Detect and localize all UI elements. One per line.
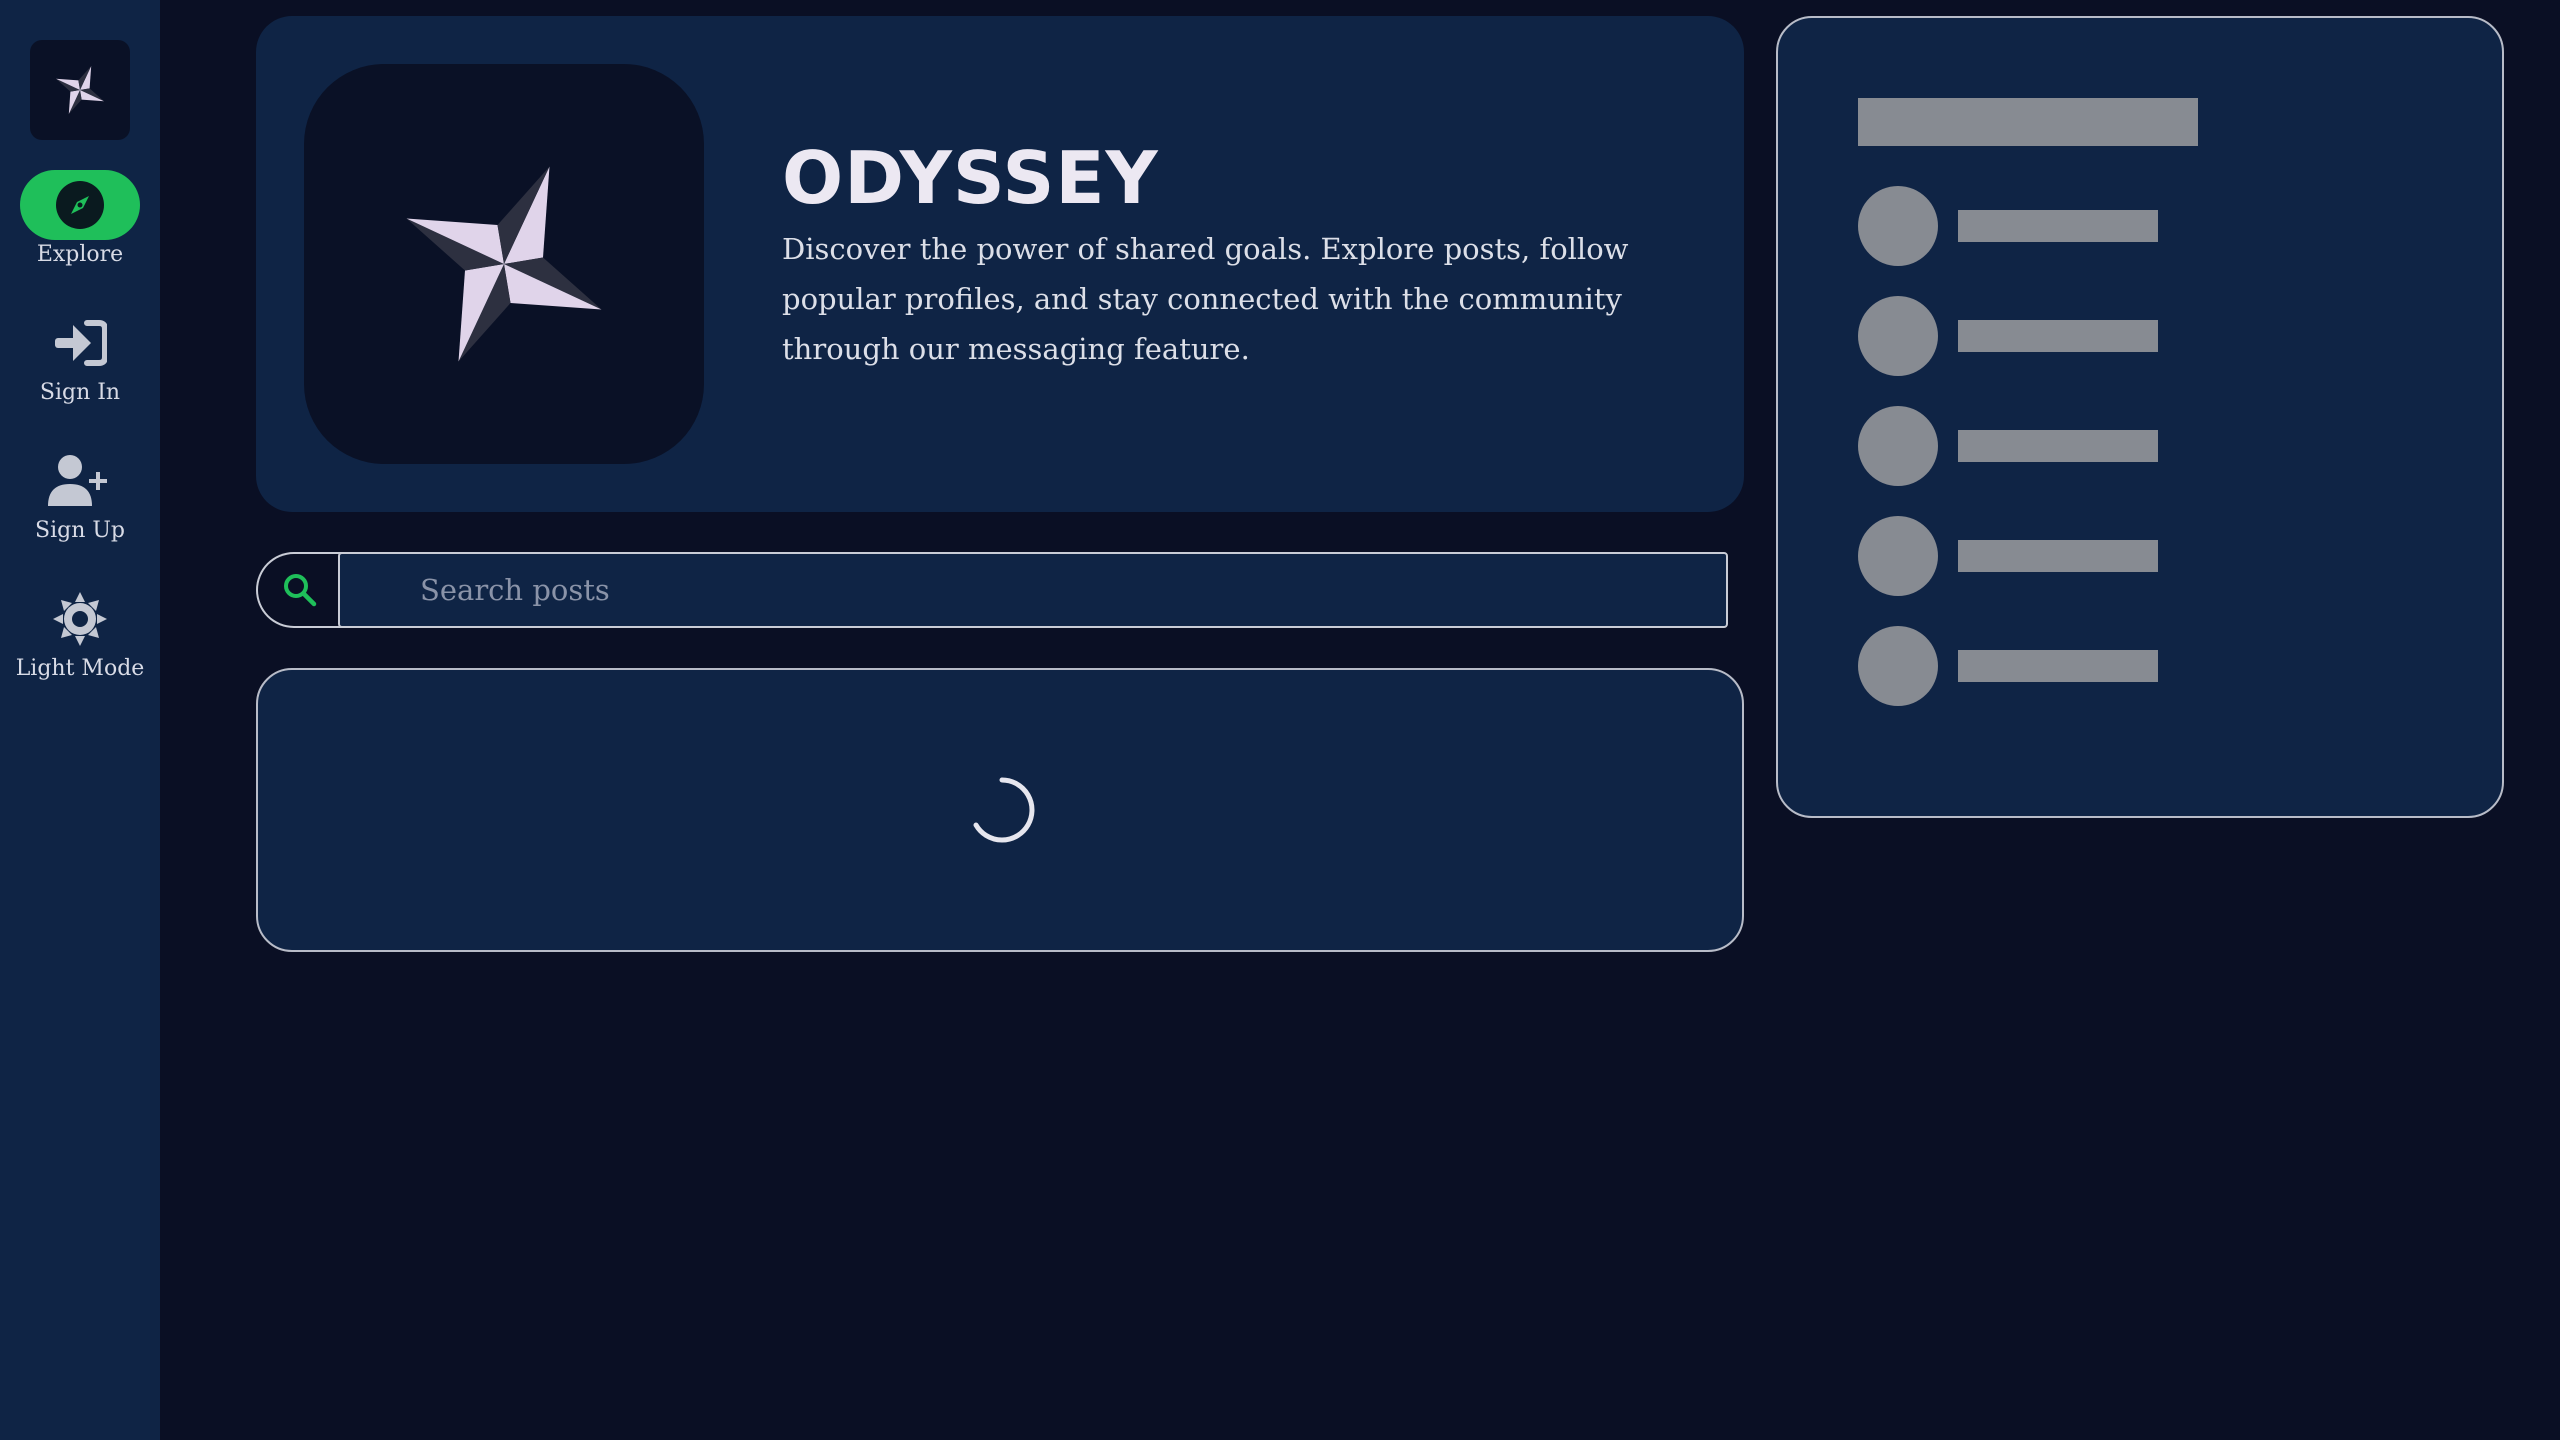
skeleton-line — [1958, 320, 2158, 352]
skeleton-line — [1958, 650, 2158, 682]
user-plus-icon — [48, 455, 107, 506]
explore-pill[interactable] — [20, 170, 140, 240]
skeleton-row — [1858, 186, 2258, 266]
search-button[interactable] — [256, 552, 342, 628]
skeleton-row — [1858, 296, 2258, 376]
pinwheel-star-icon — [56, 66, 104, 114]
search-input[interactable] — [338, 552, 1728, 628]
pinwheel-star-icon — [406, 166, 602, 362]
skeleton-avatar — [1858, 296, 1938, 376]
sidebar: Explore Sign In Sign Up Light Mode — [0, 0, 160, 1440]
skeleton-avatar — [1858, 626, 1938, 706]
sidebar-item-light-mode[interactable]: Light Mode — [0, 584, 160, 681]
sign-in-icon-wrap[interactable] — [20, 308, 140, 378]
skeleton-row — [1858, 516, 2258, 596]
spinner-icon — [973, 777, 1035, 843]
app-logo[interactable] — [30, 40, 130, 140]
app-description: Discover the power of shared goals. Expl… — [782, 232, 1629, 366]
skeleton-row — [1858, 626, 2258, 706]
skeleton-avatar — [1858, 516, 1938, 596]
skeleton-line — [1958, 210, 2158, 242]
posts-feed — [256, 668, 1744, 952]
sidebar-item-sign-in[interactable]: Sign In — [0, 308, 160, 405]
skeleton-line — [1958, 540, 2158, 572]
sidebar-item-label: Sign Up — [35, 518, 125, 543]
skeleton-title — [1858, 98, 2198, 146]
skeleton-avatar — [1858, 186, 1938, 266]
sidebar-item-label: Explore — [36, 242, 124, 267]
skeleton-row — [1858, 406, 2258, 486]
sign-up-icon-wrap[interactable] — [20, 446, 140, 516]
sign-in-icon — [55, 320, 107, 366]
popular-profiles-panel — [1776, 16, 2504, 818]
sidebar-item-label: Light Mode — [15, 656, 145, 681]
sun-icon — [53, 592, 107, 646]
search-icon — [284, 574, 317, 607]
sidebar-item-explore[interactable]: Explore — [0, 170, 160, 267]
hero-logo — [304, 64, 704, 464]
compass-icon — [56, 181, 104, 229]
app-title: ODYSSEY — [782, 136, 1159, 220]
skeleton-line — [1958, 430, 2158, 462]
hero-card: ODYSSEY Discover the power of shared goa… — [256, 16, 1744, 512]
sidebar-item-sign-up[interactable]: Sign Up — [0, 446, 160, 543]
light-mode-icon-wrap[interactable] — [20, 584, 140, 654]
skeleton-avatar — [1858, 406, 1938, 486]
sidebar-item-label: Sign In — [39, 380, 121, 405]
